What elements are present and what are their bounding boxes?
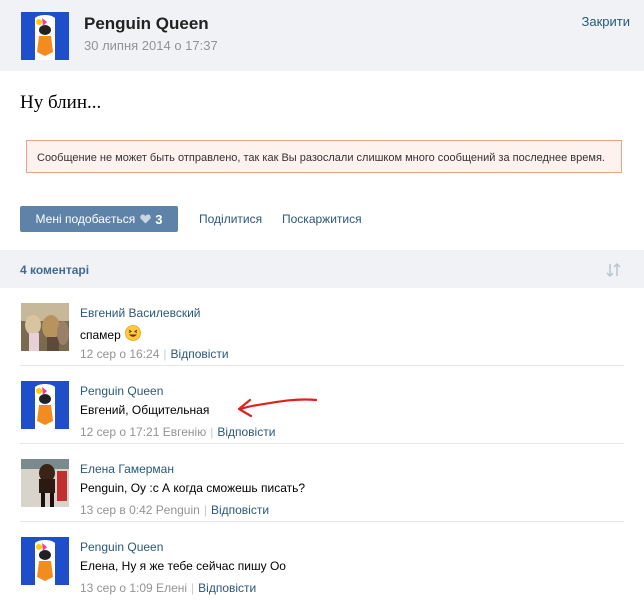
comment-item: Penguin Queen Евгений, Общительная 12 се… (0, 366, 644, 444)
reply-link[interactable]: Відповісти (171, 347, 229, 361)
comment-text-row: Евгений, Общительная (80, 403, 209, 417)
comment-item: Евгений Василевский спамер 12 сер о 16:2… (0, 288, 644, 366)
post-date[interactable]: 30 липня 2014 о 17:37 (84, 38, 218, 53)
reply-link[interactable]: Відповісти (198, 581, 256, 595)
comment-author[interactable]: Елена Гамерман (80, 462, 174, 476)
comment-meta: 12 сер о 16:24 | Відповісти (80, 347, 229, 361)
post-header: Penguin Queen 30 липня 2014 о 17:37 Закр… (0, 0, 644, 71)
comment-text: Елена, Ну я же тебе сейчас пишу Оо (80, 559, 286, 573)
heart-icon (140, 214, 151, 224)
meta-separator: | (191, 581, 195, 595)
close-link[interactable]: Закрити (582, 14, 630, 29)
meta-separator: | (163, 347, 167, 361)
comment-meta: 13 сер о 1:09 Елені | Відповісти (80, 581, 256, 595)
like-label: Мені подобається (35, 212, 136, 226)
comment-text: спамер (80, 327, 121, 342)
laughing-emoji-icon (124, 325, 141, 344)
commenter-avatar[interactable] (21, 537, 69, 585)
commenter-avatar[interactable] (21, 381, 69, 429)
reply-link[interactable]: Відповісти (217, 425, 275, 439)
comment-item: Елена Гамерман Penguin, Оу :с А когда см… (0, 444, 644, 522)
post-text: Ну блин... (20, 92, 102, 113)
comment-text-row: спамер (80, 325, 141, 344)
share-link[interactable]: Поділитися (199, 212, 262, 226)
comment-text: Евгений, Общительная (80, 403, 210, 417)
comment-item: Penguin Queen Елена, Ну я же тебе сейчас… (0, 522, 644, 600)
comment-author[interactable]: Penguin Queen (80, 540, 163, 554)
comment-author[interactable]: Penguin Queen (80, 384, 163, 398)
annotation-arrow-icon (237, 398, 318, 418)
comments-header: 4 коментарі (0, 250, 644, 288)
comment-meta: 12 сер о 17:21 Евгенію | Відповісти (80, 425, 275, 439)
reply-link[interactable]: Відповісти (211, 503, 269, 517)
comment-text: Penguin, Оу :с А когда сможешь писать? (80, 481, 306, 495)
meta-separator: | (210, 425, 214, 439)
error-message: Сообщение не может быть отправлено, так … (26, 140, 622, 173)
like-button[interactable]: Мені подобається 3 (20, 206, 178, 232)
comments-count: 4 коментарі (20, 263, 90, 277)
meta-separator: | (203, 503, 207, 517)
post-author-name[interactable]: Penguin Queen (84, 14, 209, 34)
commenter-avatar[interactable] (21, 303, 69, 351)
comment-date[interactable]: 12 сер о 16:24 (80, 347, 159, 361)
comment-text-row: Penguin, Оу :с А когда сможешь писать? (80, 481, 305, 495)
comment-text-row: Елена, Ну я же тебе сейчас пишу Оо (80, 559, 286, 573)
comment-date[interactable]: 12 сер о 17:21 Евгенію (80, 425, 206, 439)
commenter-avatar[interactable] (21, 459, 69, 507)
like-count: 3 (155, 211, 163, 227)
author-avatar[interactable] (21, 12, 69, 60)
comment-meta: 13 сер в 0:42 Penguin | Відповісти (80, 503, 269, 517)
comment-author[interactable]: Евгений Василевский (80, 306, 201, 320)
report-link[interactable]: Поскаржитися (282, 212, 362, 226)
comment-date[interactable]: 13 сер о 1:09 Елені (80, 581, 187, 595)
comment-date[interactable]: 13 сер в 0:42 Penguin (80, 503, 200, 517)
sort-arrows-icon[interactable] (605, 262, 623, 278)
